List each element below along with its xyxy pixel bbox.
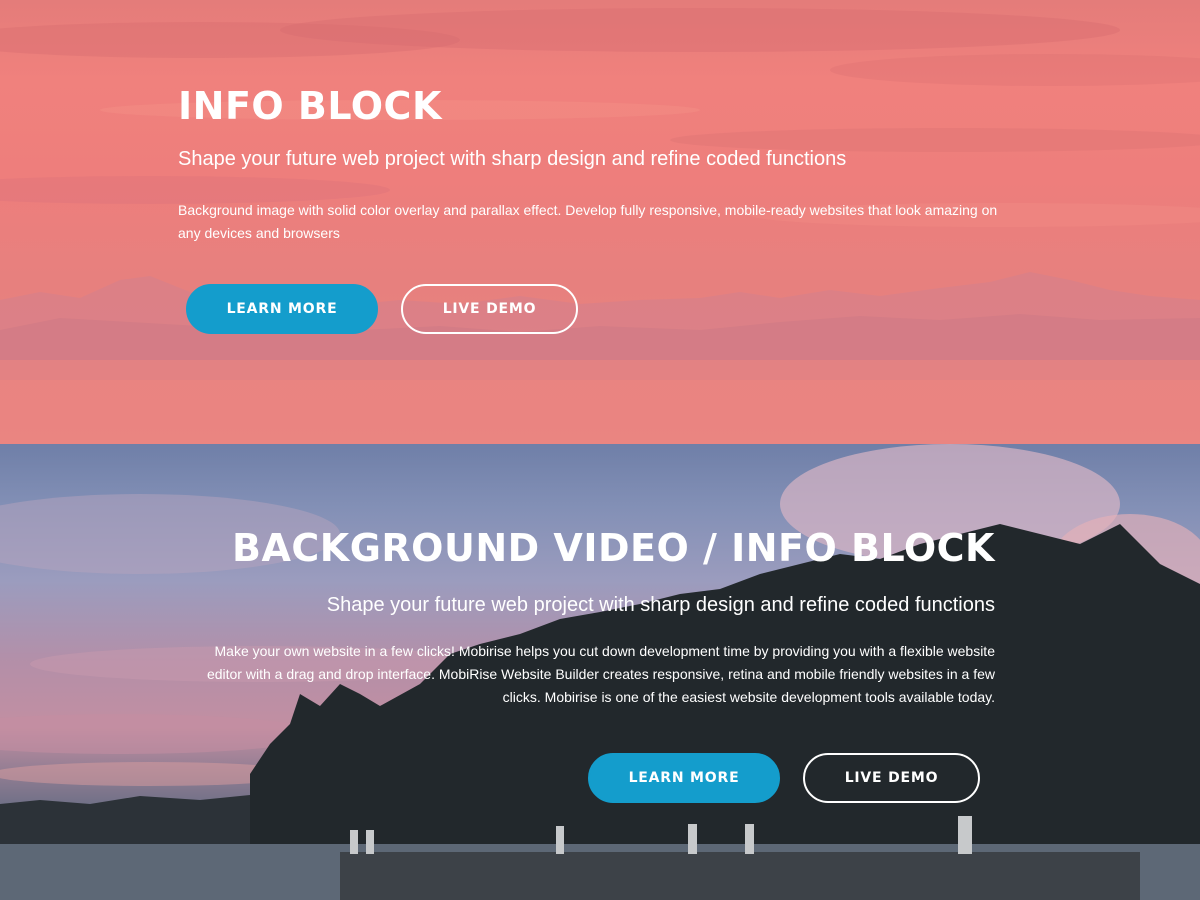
live-demo-button[interactable]: LIVE DEMO: [401, 284, 578, 334]
section-body-text: Make your own website in a few clicks! M…: [206, 643, 995, 705]
section-subtitle: Shape your future web project with sharp…: [178, 148, 847, 170]
section-title: BACKGROUND VIDEO / INFO BLOCK: [232, 526, 995, 570]
background-video-section: BACKGROUND VIDEO / INFO BLOCK Shape your…: [0, 444, 1200, 900]
section-subtitle: Shape your future web project with sharp…: [326, 594, 995, 616]
info-block-section: INFO BLOCK Shape your future web project…: [0, 0, 1200, 444]
section-title: INFO BLOCK: [178, 84, 442, 128]
live-demo-button[interactable]: LIVE DEMO: [803, 753, 980, 803]
section-body-text: Background image with solid color overla…: [178, 202, 998, 241]
learn-more-button[interactable]: LEARN MORE: [186, 284, 378, 334]
learn-more-button[interactable]: LEARN MORE: [588, 753, 780, 803]
